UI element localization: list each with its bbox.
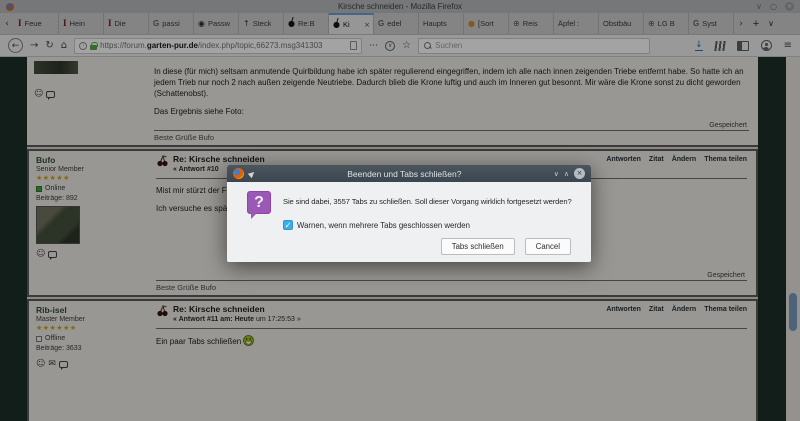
dialog-shade-icon[interactable]: ∨ [554,170,559,178]
question-icon: ? [247,191,271,214]
warn-checkbox-label: Warnen, wenn mehrere Tabs geschlossen we… [297,221,470,230]
close-tabs-button[interactable]: Tabs schließen [441,238,515,255]
dialog-body: ? Sie sind dabei, 3557 Tabs zu schließen… [227,182,591,262]
dialog-message: Sie sind dabei, 3557 Tabs zu schließen. … [283,197,572,206]
dialog-close-icon[interactable]: × [574,168,585,179]
dialog-titlebar[interactable]: Beenden und Tabs schließen? ∨ ∧ × [227,165,591,182]
cancel-button[interactable]: Cancel [525,238,571,255]
screen: Kirsche schneiden - Mozilla Firefox ∨ ○ … [0,0,800,421]
dialog-title: Beenden und Tabs schließen? [260,169,549,179]
warn-checkbox[interactable]: ✓ [283,220,293,230]
firefox-icon [233,168,244,179]
pin-icon [248,169,256,177]
dialog-keep-above-icon[interactable]: ∧ [564,170,569,178]
close-tabs-dialog: Beenden und Tabs schließen? ∨ ∧ × ? Sie … [227,165,591,262]
warn-checkbox-row[interactable]: ✓ Warnen, wenn mehrere Tabs geschlossen … [283,220,470,230]
